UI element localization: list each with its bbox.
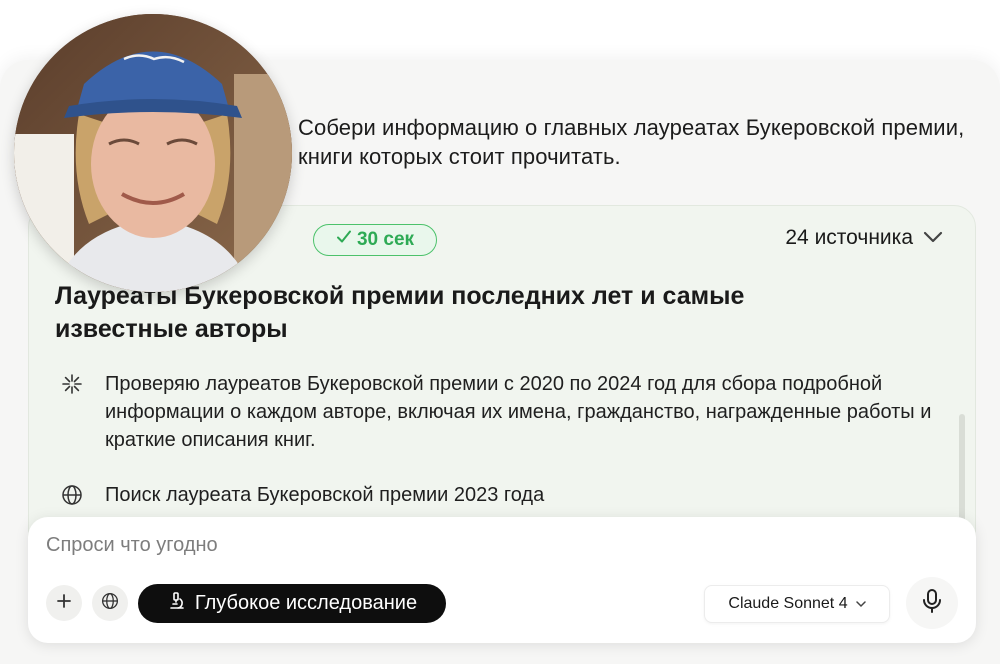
deep-research-label: Глубокое исследование xyxy=(194,592,418,614)
globe-icon xyxy=(101,592,119,615)
chevron-down-icon xyxy=(923,226,943,250)
time-badge: 30 сек xyxy=(313,224,437,256)
sources-toggle[interactable]: 24 источника xyxy=(785,226,943,250)
research-step: Проверяю лауреатов Букеровской премии с … xyxy=(61,370,941,454)
voice-input-button[interactable] xyxy=(906,577,958,629)
composer: Глубокое исследование Claude Sonnet 4 xyxy=(28,517,976,643)
research-step: Поиск лауреата Букеровской премии 2023 г… xyxy=(61,481,941,514)
web-search-button[interactable] xyxy=(92,585,128,621)
time-badge-label: 30 сек xyxy=(356,229,415,250)
model-label: Claude Sonnet 4 xyxy=(728,595,848,612)
deep-research-button[interactable]: Глубокое исследование xyxy=(138,584,446,623)
sparkle-icon xyxy=(61,370,85,454)
check-icon xyxy=(336,229,352,251)
research-title: Лауреаты Букеровской премии последних ле… xyxy=(55,282,745,343)
research-step-text: Проверяю лауреатов Букеровской премии с … xyxy=(105,373,932,451)
microphone-icon xyxy=(921,588,943,619)
user-message: Собери информацию о главных лауреатах Бу… xyxy=(298,115,965,169)
add-attachment-button[interactable] xyxy=(46,585,82,621)
globe-icon xyxy=(61,481,85,514)
research-step-text: Поиск лауреата Букеровской премии 2023 г… xyxy=(105,484,545,506)
prompt-input[interactable] xyxy=(46,531,846,559)
sources-label: 24 источника xyxy=(785,226,913,249)
model-selector[interactable]: Claude Sonnet 4 xyxy=(704,585,890,623)
microscope-icon xyxy=(167,591,187,617)
scrollbar[interactable] xyxy=(959,414,965,534)
plus-icon xyxy=(56,593,72,614)
avatar xyxy=(14,14,292,292)
chevron-down-icon xyxy=(855,595,866,613)
